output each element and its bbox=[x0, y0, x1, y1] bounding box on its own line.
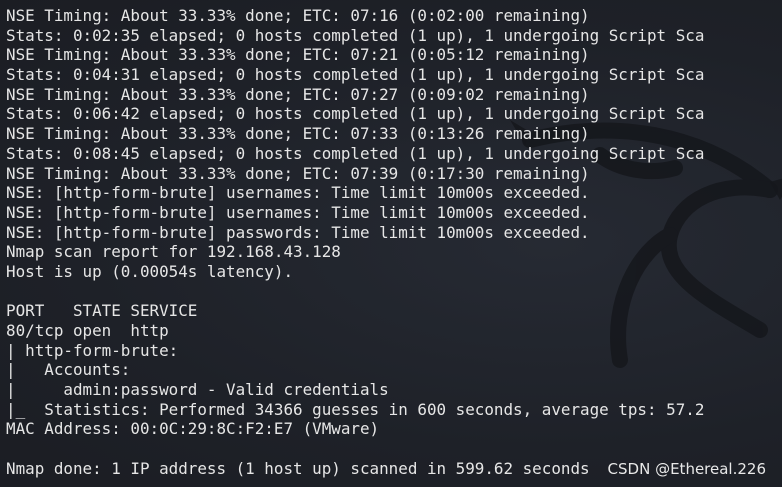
output-line-blank bbox=[6, 439, 704, 459]
output-line: Stats: 0:06:42 elapsed; 0 hosts complete… bbox=[6, 104, 705, 124]
output-line: 80/tcp open http bbox=[6, 321, 169, 340]
output-line-blank bbox=[6, 282, 704, 302]
output-line: NSE Timing: About 33.33% done; ETC: 07:2… bbox=[6, 84, 590, 104]
watermark: CSDN @Ethereal.226 bbox=[607, 460, 766, 478]
output-line: NSE: [http-form-brute] usernames: Time l… bbox=[6, 202, 590, 222]
output-line: | http-form-brute: bbox=[6, 340, 179, 360]
output-line: NSE: [http-form-brute] passwords: Time l… bbox=[6, 222, 590, 242]
output-line: NSE Timing: About 33.33% done; ETC: 07:2… bbox=[6, 45, 590, 65]
output-line: Host is up (0.00054s latency). bbox=[6, 261, 294, 281]
output-line: PORT STATE SERVICE bbox=[6, 301, 198, 321]
terminal-window[interactable]: NSE Timing: About 33.33% done; ETC: 07:1… bbox=[0, 0, 782, 487]
output-line: NSE Timing: About 33.33% done; ETC: 07:1… bbox=[6, 6, 590, 25]
output-line: Stats: 0:08:45 elapsed; 0 hosts complete… bbox=[6, 143, 705, 163]
output-line: |_ Statistics: Performed 34366 guesses i… bbox=[6, 399, 705, 419]
output-line: NSE Timing: About 33.33% done; ETC: 07:3… bbox=[6, 163, 590, 183]
output-line: Nmap scan report for 192.168.43.128 bbox=[6, 242, 341, 262]
output-line: NSE Timing: About 33.33% done; ETC: 07:3… bbox=[6, 124, 590, 144]
output-line: Nmap done: 1 IP address (1 host up) scan… bbox=[6, 458, 590, 478]
terminal-output: NSE Timing: About 33.33% done; ETC: 07:1… bbox=[6, 6, 704, 479]
output-line: NSE: [http-form-brute] usernames: Time l… bbox=[6, 183, 590, 203]
output-line: MAC Address: 00:0C:29:8C:F2:E7 (VMware) bbox=[6, 419, 380, 439]
output-line: Stats: 0:02:35 elapsed; 0 hosts complete… bbox=[6, 25, 705, 45]
output-line: | Accounts: bbox=[6, 360, 131, 380]
output-line: Stats: 0:04:31 elapsed; 0 hosts complete… bbox=[6, 65, 705, 85]
output-line: | admin:password - Valid credentials bbox=[6, 380, 389, 400]
